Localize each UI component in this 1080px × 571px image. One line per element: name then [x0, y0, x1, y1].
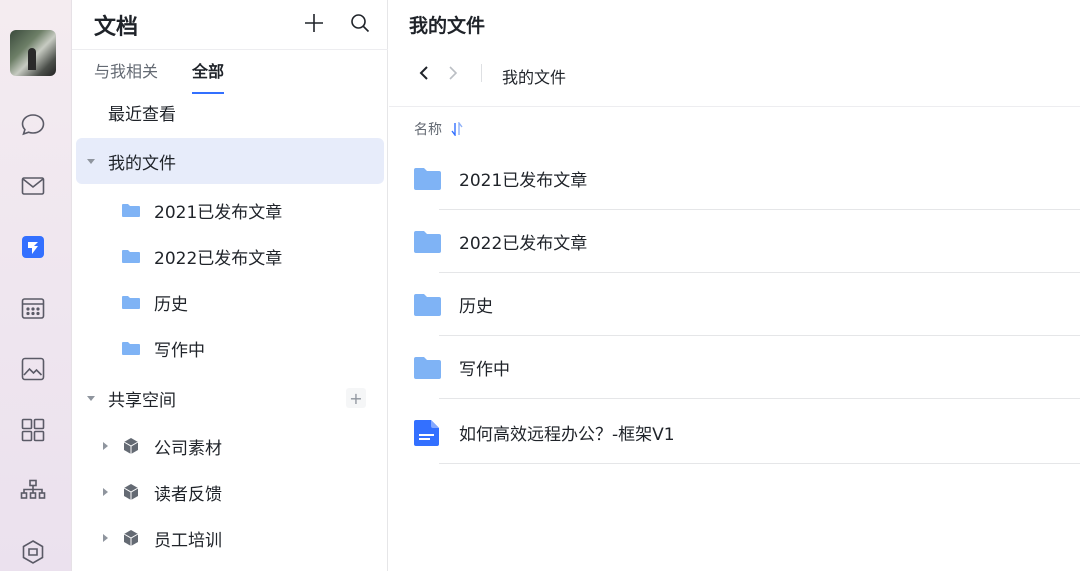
sidebar-title: 文档: [94, 15, 139, 40]
sidebar-tabs: 与我相关 全部: [94, 58, 225, 94]
cube-icon: [123, 484, 139, 500]
avatar[interactable]: [10, 30, 56, 76]
sort-icon[interactable]: [450, 122, 464, 136]
sidebar-item-label: 公司素材: [154, 438, 222, 459]
sidebar-item-label: 2022已发布文章: [154, 248, 283, 269]
file-name: 写作中: [459, 360, 510, 380]
sidebar-item-shared-space[interactable]: 共享空间 +: [76, 375, 384, 421]
sidebar-item-label: 最近查看: [108, 104, 176, 125]
sidebar-item-label: 写作中: [154, 340, 205, 361]
caret-down-icon[interactable]: [86, 156, 96, 166]
sidebar-item-label: 2021已发布文章: [154, 202, 283, 223]
org-chart-icon[interactable]: [18, 476, 48, 506]
gallery-icon[interactable]: [18, 354, 48, 384]
back-icon[interactable]: [415, 64, 433, 82]
folder-icon: [122, 296, 140, 309]
caret-right-icon[interactable]: [100, 487, 110, 497]
chat-icon[interactable]: [18, 110, 48, 140]
list-item[interactable]: 2021已发布文章: [389, 147, 1080, 210]
search-icon[interactable]: [348, 11, 372, 35]
add-icon[interactable]: [302, 11, 326, 35]
divider: [439, 463, 1080, 464]
folder-icon: [122, 250, 140, 263]
file-name: 2021已发布文章: [459, 171, 588, 191]
app-rail: [0, 0, 72, 571]
list-item[interactable]: 2022已发布文章: [389, 210, 1080, 273]
file-name: 历史: [459, 297, 493, 317]
sidebar-item-label: 历史: [154, 294, 188, 315]
folder-icon: [122, 204, 140, 217]
caret-right-icon[interactable]: [100, 441, 110, 451]
docs-icon[interactable]: [18, 232, 48, 262]
list-item[interactable]: 如何高效远程办公？-框架V1: [389, 401, 1080, 464]
divider: [389, 106, 1080, 107]
forward-icon[interactable]: [444, 64, 462, 82]
main-panel: 我的文件 我的文件 名称 2021已发布文章 2022已发布文章 历史 写作中 …: [389, 0, 1080, 571]
list-item[interactable]: 写作中: [389, 336, 1080, 399]
folder-icon: [414, 293, 441, 316]
column-header-name[interactable]: 名称: [414, 119, 464, 139]
folder-icon: [122, 342, 140, 355]
sidebar-item-my-files[interactable]: 我的文件: [76, 138, 384, 184]
sidebar-item-label: 共享空间: [108, 390, 176, 411]
caret-down-icon[interactable]: [86, 393, 96, 403]
apps-icon[interactable]: [18, 415, 48, 445]
sidebar-item-label: 读者反馈: [154, 484, 222, 505]
docs-sidebar: 文档 与我相关 全部 最近查看 我的文件 2021已发布文章 2022已发布文章…: [72, 0, 388, 571]
sidebar-item-label: 员工培训: [154, 530, 222, 551]
sidebar-item-folder[interactable]: 2022已发布文章: [76, 233, 384, 279]
column-header-label: 名称: [414, 122, 442, 138]
sidebar-item-folder[interactable]: 2021已发布文章: [76, 187, 384, 233]
file-name: 如何高效远程办公？-框架V1: [459, 425, 675, 445]
sidebar-item-space[interactable]: 公司素材: [76, 423, 384, 469]
divider: [481, 64, 482, 82]
page-title: 我的文件: [409, 15, 486, 37]
sidebar-item-folder[interactable]: 写作中: [76, 325, 384, 371]
calendar-icon[interactable]: [18, 293, 48, 323]
sidebar-item-recent[interactable]: 最近查看: [76, 89, 384, 135]
folder-icon: [414, 356, 441, 379]
folder-icon: [414, 167, 441, 190]
tab-related[interactable]: 与我相关: [94, 58, 158, 88]
mail-icon[interactable]: [18, 171, 48, 201]
cube-icon: [123, 530, 139, 546]
folder-icon: [414, 230, 441, 253]
sidebar-item-label: 我的文件: [108, 153, 176, 174]
tab-all[interactable]: 全部: [192, 58, 225, 94]
sidebar-item-space[interactable]: 员工培训: [76, 515, 384, 561]
file-name: 2022已发布文章: [459, 234, 588, 254]
document-icon: [414, 419, 439, 446]
add-space-button[interactable]: +: [346, 388, 366, 408]
divider: [72, 49, 388, 50]
list-item[interactable]: 历史: [389, 273, 1080, 336]
sidebar-item-space[interactable]: 读者反馈: [76, 469, 384, 515]
divider: [439, 398, 1080, 399]
workspace-icon[interactable]: [18, 537, 48, 567]
cube-icon: [123, 438, 139, 454]
breadcrumb[interactable]: 我的文件: [502, 64, 566, 88]
caret-right-icon[interactable]: [100, 533, 110, 543]
sidebar-item-folder[interactable]: 历史: [76, 279, 384, 325]
